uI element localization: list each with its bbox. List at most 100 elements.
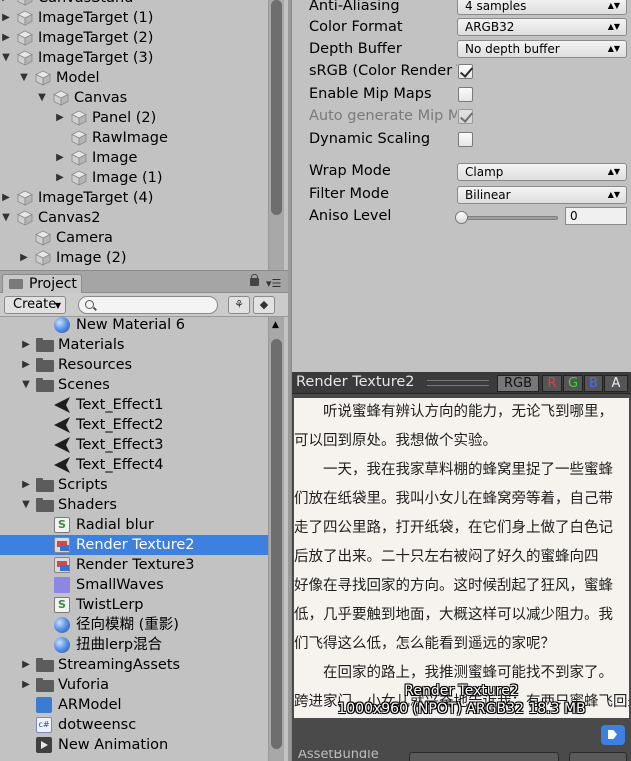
project-asset-item[interactable]: S TwistLerp [0,595,268,615]
expanded-arrow-icon[interactable]: ▼ [20,375,32,395]
project-scrollbar-thumb[interactable] [271,339,282,749]
project-asset-item[interactable]: ARModel [0,695,268,715]
color-format-dropdown[interactable]: ARGB32 ▲▼ [457,18,627,36]
collapsed-arrow-icon[interactable]: ▶ [18,248,30,268]
collapsed-arrow-icon[interactable]: ▶ [20,475,32,495]
aniso-level-input[interactable]: 0 [565,207,627,225]
collapsed-arrow-icon[interactable]: ▶ [0,188,12,208]
asset-bundle-bar: AssetBundle [292,750,631,761]
collapsed-arrow-icon[interactable]: ▶ [54,148,66,168]
hierarchy-item[interactable]: ▼ Canvas [0,88,268,108]
create-button[interactable]: Create ▼ [4,296,66,314]
panel-menu-icon[interactable]: ▾☰ [266,277,281,290]
project-asset-item[interactable]: 扭曲lerp混合 [0,635,268,655]
hierarchy-item[interactable]: ▶ Image (1) [0,168,268,188]
collapsed-arrow-icon[interactable]: ▶ [0,8,12,28]
project-folder-item[interactable]: ▶ Scripts [0,475,268,495]
aniso-level-label: Aniso Level [309,208,392,224]
project-folder-item[interactable]: ▼ Shaders [0,495,268,515]
hierarchy-item[interactable]: RawImage [0,128,268,148]
filter-mode-label: Filter Mode [309,186,390,202]
preview-drag-grip[interactable] [427,380,489,386]
collapsed-arrow-icon[interactable]: ▶ [20,655,32,675]
channel-g-button[interactable]: G [563,375,583,392]
filter-by-type-button[interactable]: ⚘ [228,296,250,314]
project-asset-item[interactable]: SmallWaves [0,575,268,595]
project-asset-item[interactable]: Text_Effect1 [0,395,268,415]
expanded-arrow-icon[interactable]: ▼ [0,48,12,68]
texture-text-line: 走了四公里路，打开纸袋，在它们身上做了白色记 [294,520,613,536]
collapsed-arrow-icon[interactable]: ▶ [54,108,66,128]
anti-aliasing-dropdown[interactable]: 4 samples ▲▼ [457,0,627,15]
hierarchy-item-label: RawImage [92,130,168,146]
aniso-level-slider-thumb[interactable] [455,211,468,224]
expanded-arrow-icon[interactable]: ▼ [36,88,48,108]
dropdown-arrow-icon: ▲▼ [607,22,620,31]
project-item-label: Shaders [58,497,117,513]
filter-mode-dropdown[interactable]: Bilinear ▲▼ [457,186,627,204]
scroll-up-arrow-icon[interactable]: ▲ [272,320,279,330]
hierarchy-scrollbar-thumb[interactable] [271,0,282,215]
collapsed-arrow-icon[interactable]: ▶ [20,675,32,695]
aniso-level-slider-track[interactable] [462,216,558,220]
srgb-checkbox[interactable] [458,64,473,79]
project-asset-item[interactable]: S Radial blur [0,515,268,535]
expanded-arrow-icon[interactable]: ▼ [0,208,12,228]
texture-icon [54,577,70,593]
project-asset-item[interactable]: Text_Effect2 [0,415,268,435]
asset-bundle-name-dropdown[interactable] [409,752,559,761]
gameobject-cube-icon [17,50,33,66]
expanded-arrow-icon[interactable]: ▼ [20,495,32,515]
hierarchy-item[interactable]: ▶ ImageTarget (4) [0,188,268,208]
project-asset-item[interactable]: Render Texture2 [0,535,268,555]
project-tab[interactable]: Project [2,274,82,294]
hierarchy-item[interactable]: ▶ Image (2) [0,248,268,268]
hierarchy-item[interactable]: ▶ ImageTarget (1) [0,8,268,28]
project-asset-item[interactable]: New Animation [0,735,268,755]
hierarchy-item[interactable]: ▶ ImageTarget (2) [0,28,268,48]
project-asset-item[interactable]: New Material 6 [0,317,268,335]
collapsed-arrow-icon[interactable]: ▶ [0,0,12,8]
folder-icon [36,378,54,392]
project-folder-item[interactable]: ▶ Resources [0,355,268,375]
expanded-arrow-icon[interactable]: ▼ [18,68,30,88]
hierarchy-item[interactable]: ▼ Model [0,68,268,88]
channel-r-button[interactable]: R [542,375,562,392]
lock-icon[interactable] [250,274,259,286]
project-folder-item[interactable]: ▼ Scenes [0,375,268,395]
hierarchy-item[interactable]: ▶ CanvasStand [0,0,268,8]
channel-rgb-button[interactable]: RGB [497,375,539,392]
project-folder-item[interactable]: ▶ Vuforia [0,675,268,695]
asset-bundle-variant-dropdown[interactable] [569,752,627,761]
asset-label-tag-icon[interactable] [601,725,625,745]
collapsed-arrow-icon[interactable]: ▶ [20,335,32,355]
collapsed-arrow-icon[interactable]: ▶ [20,355,32,375]
project-asset-item[interactable]: Render Texture3 [0,555,268,575]
folder-icon [36,498,54,512]
project-folder-item[interactable]: ▶ StreamingAssets [0,655,268,675]
hierarchy-item[interactable]: ▶ Panel (2) [0,108,268,128]
project-asset-item[interactable]: Text_Effect3 [0,435,268,455]
hierarchy-item-label: Canvas [74,90,128,106]
hierarchy-item[interactable]: ▼ Canvas2 [0,208,268,228]
project-scrollbar[interactable]: ▲ [268,317,284,761]
dynamic-scaling-checkbox[interactable] [458,132,473,147]
channel-b-button[interactable]: B [584,375,603,392]
filter-by-label-button[interactable]: ◆ [253,296,275,314]
collapsed-arrow-icon[interactable]: ▶ [54,168,66,188]
channel-a-button[interactable]: A [604,375,628,392]
wrap-mode-dropdown[interactable]: Clamp ▲▼ [457,163,627,181]
hierarchy-item[interactable]: ▼ ImageTarget (3) [0,48,268,68]
texture-text-line: 们放在纸袋里。我叫小女儿在蜂窝旁等着，自己带 [294,491,613,507]
project-folder-item[interactable]: ▶ Materials [0,335,268,355]
hierarchy-item[interactable]: ▶ Image [0,148,268,168]
project-asset-item[interactable]: c# dotweensc [0,715,268,735]
project-search-input[interactable] [78,296,218,314]
enable-mipmaps-checkbox[interactable] [458,87,473,102]
depth-buffer-dropdown[interactable]: No depth buffer ▲▼ [457,40,627,58]
project-asset-item[interactable]: Text_Effect4 [0,455,268,475]
collapsed-arrow-icon[interactable]: ▶ [0,28,12,48]
hierarchy-item[interactable]: Camera [0,228,268,248]
project-asset-item[interactable]: 径向模糊 (重影) [0,615,268,635]
hierarchy-scrollbar[interactable] [268,0,284,270]
